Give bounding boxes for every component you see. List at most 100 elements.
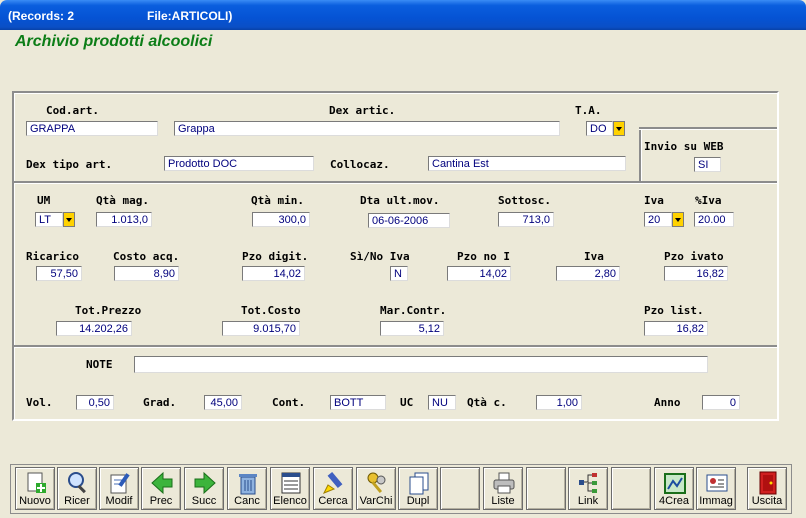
pzo-digit-label: Pzo digit. (242, 250, 309, 263)
si-no-iva-label: Sì/No Iva (350, 250, 410, 263)
grad-field[interactable]: 45,00 (204, 395, 242, 410)
tot-costo-field[interactable]: 9.015,70 (222, 321, 300, 336)
pzo-ivato-field[interactable]: 16,82 (664, 266, 728, 281)
immag-button[interactable]: Immag (696, 467, 736, 510)
dta-ult-mov-field[interactable]: 06-06-2006 (368, 213, 450, 228)
link-button[interactable]: Link (568, 467, 608, 510)
nuovo-button[interactable]: Nuovo (15, 467, 55, 510)
cont-label: Cont. (272, 396, 306, 409)
mar-contr-label: Mar.Contr. (380, 304, 447, 317)
ta-field[interactable]: DO (586, 121, 613, 136)
ta-dropdown-icon[interactable] (613, 121, 625, 136)
list-icon (278, 471, 304, 495)
varchi-label: VarChi (359, 495, 393, 507)
tree-link-icon (576, 471, 602, 495)
web-box-left (639, 127, 641, 181)
qta-c-field[interactable]: 1,00 (536, 395, 582, 410)
iva-amount-field[interactable]: 2,80 (556, 266, 620, 281)
ricarico-field[interactable]: 57,50 (36, 266, 82, 281)
dex-artic-label: Dex artic. (329, 104, 396, 117)
cod-art-field[interactable]: GRAPPA (26, 121, 158, 136)
perc-iva-field[interactable]: 20.00 (694, 212, 734, 227)
dex-tipo-label: Dex tipo art. (26, 158, 113, 171)
iva-amount-label: Iva (584, 250, 604, 263)
arrow-right-icon (192, 471, 218, 495)
collocaz-field[interactable]: Cantina Est (428, 156, 626, 171)
costo-acq-field[interactable]: 8,90 (114, 266, 179, 281)
empty-button-3[interactable] (611, 467, 651, 510)
pzo-digit-field[interactable]: 14,02 (242, 266, 305, 281)
qta-min-label: Qtà min. (251, 194, 304, 207)
pzo-no-i-field[interactable]: 14,02 (447, 266, 511, 281)
canc-label: Canc (234, 495, 260, 507)
pzo-list-field[interactable]: 16,82 (644, 321, 708, 336)
cont-field[interactable]: BOTT (330, 395, 386, 410)
invio-web-field[interactable]: SI (694, 157, 721, 172)
window-titlebar: (Records: 2 File:ARTICOLI) (0, 0, 806, 30)
iva-code-field[interactable]: 20 (644, 212, 672, 227)
canc-button[interactable]: Canc (227, 467, 267, 510)
pzo-no-i-label: Pzo no I (457, 250, 510, 263)
succ-label: Succ (191, 495, 217, 507)
succ-button[interactable]: Succ (184, 467, 224, 510)
pzo-ivato-label: Pzo ivato (664, 250, 724, 263)
vol-label: Vol. (26, 396, 53, 409)
mar-contr-field[interactable]: 5,12 (380, 321, 444, 336)
cerca-button[interactable]: Cerca (313, 467, 353, 510)
dex-tipo-field[interactable]: Prodotto DOC (164, 156, 314, 171)
qta-min-field[interactable]: 300,0 (252, 212, 310, 227)
search-magnifier-icon (65, 471, 91, 495)
ricer-label: Ricer (64, 495, 90, 507)
note-field[interactable] (134, 356, 708, 373)
elenco-button[interactable]: Elenco (270, 467, 310, 510)
uscita-button[interactable]: Uscita (747, 467, 787, 510)
si-no-iva-field[interactable]: N (390, 266, 408, 281)
um-field[interactable]: LT (35, 212, 63, 227)
ta-label: T.A. (575, 104, 602, 117)
arrow-left-icon (149, 471, 175, 495)
sottosc-field[interactable]: 713,0 (498, 212, 554, 227)
sottosc-label: Sottosc. (498, 194, 551, 207)
prec-button[interactable]: Prec (141, 467, 181, 510)
records-count: (Records: 2 (8, 9, 75, 23)
uc-label: UC (400, 396, 414, 409)
crea-button[interactable]: 4Crea (654, 467, 694, 510)
web-box-top (639, 127, 777, 129)
dupl-button[interactable]: Dupl (398, 467, 438, 510)
tot-prezzo-field[interactable]: 14.202,26 (56, 321, 132, 336)
cerca-label: Cerca (318, 495, 348, 507)
anno-label: Anno (654, 396, 681, 409)
keys-icon (364, 471, 390, 495)
collocaz-label: Collocaz. (330, 158, 390, 171)
empty-button-2[interactable] (526, 467, 566, 510)
uc-field[interactable]: NU (428, 395, 456, 410)
ricer-button[interactable]: Ricer (57, 467, 97, 510)
costo-acq-label: Costo acq. (113, 250, 180, 263)
varchi-button[interactable]: VarChi (356, 467, 396, 510)
liste-button[interactable]: Liste (483, 467, 523, 510)
dex-artic-field[interactable]: Grappa (174, 121, 560, 136)
perc-iva-label: %Iva (695, 194, 722, 207)
modif-button[interactable]: Modif (99, 467, 139, 510)
iva-dropdown-icon[interactable] (672, 212, 684, 227)
anno-field[interactable]: 0 (702, 395, 740, 410)
new-doc-icon (23, 471, 49, 495)
iva-code-label: Iva (644, 194, 664, 207)
grad-label: Grad. (143, 396, 177, 409)
dupl-label: Dupl (406, 495, 430, 507)
vol-field[interactable]: 0,50 (76, 395, 114, 410)
um-label: UM (37, 194, 51, 207)
create-frame-icon (662, 471, 688, 495)
exit-door-icon (755, 471, 781, 495)
qta-c-label: Qtà c. (467, 396, 507, 409)
find-highlighter-icon (321, 471, 347, 495)
elenco-label: Elenco (273, 495, 307, 507)
qta-mag-field[interactable]: 1.013,0 (96, 212, 152, 227)
pzo-list-label: Pzo list. (644, 304, 704, 317)
section-divider-2 (14, 345, 777, 347)
ricarico-label: Ricarico (26, 250, 79, 263)
empty-button-1[interactable] (440, 467, 480, 510)
page-title: Archivio prodotti alcoolici (15, 33, 213, 50)
tot-prezzo-label: Tot.Prezzo (75, 304, 142, 317)
um-dropdown-icon[interactable] (63, 212, 75, 227)
